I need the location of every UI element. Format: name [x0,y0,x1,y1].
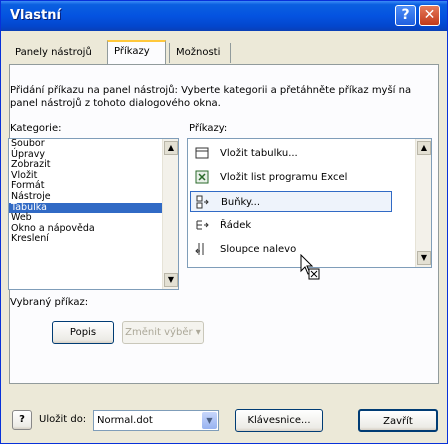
list-item[interactable]: Sloupce nalevo [190,239,392,260]
table-icon [195,146,209,160]
save-in-select[interactable]: Normal.dot ▼ [93,410,219,431]
keyboard-button[interactable]: Klávesnice... [235,409,323,432]
drag-copy-cursor-icon [299,253,321,282]
categories-list[interactable]: Soubor Úpravy Zobrazit Vložit Formát Nás… [8,138,179,290]
scroll-down-icon[interactable]: ▼ [164,273,178,287]
scroll-down-icon[interactable]: ▼ [417,251,431,265]
describe-button[interactable]: Popis [52,321,114,344]
list-item-selected[interactable]: Buňky... [190,191,392,212]
instructions-text: Přidání příkazu na panel nástrojů: Vyber… [10,85,412,109]
save-in-label: Uložit do: [39,414,87,425]
help-icon[interactable]: ? [12,410,32,430]
tab-commands[interactable]: Příkazy [107,40,166,64]
scroll-up-icon[interactable]: ▲ [417,141,431,155]
help-icon[interactable]: ? [395,5,416,26]
commands-label: Příkazy: [189,123,228,134]
command-label: Sloupce nalevo [220,244,297,255]
command-label: Vložit list programu Excel [220,172,348,183]
columns-left-icon [195,242,209,256]
selected-command-label: Vybraný příkaz: [10,297,89,308]
list-item[interactable]: Soubor [9,139,162,150]
modify-selection-label: Změnit výběr [125,327,193,338]
close-button[interactable]: Zavřít [358,409,438,432]
commands-list[interactable]: Vložit tabulku... Vložit list programu E… [187,138,432,268]
scroll-up-icon[interactable]: ▲ [164,141,178,155]
list-item[interactable]: Vložit tabulku... [190,143,392,164]
dropdown-arrow-icon: ▾ [195,327,201,338]
cells-icon [196,195,210,209]
list-item[interactable]: Kreslení [9,234,162,245]
modify-selection-button[interactable]: Změnit výběr ▾ [122,321,204,344]
close-icon[interactable]: ✕ [419,5,440,26]
excel-sheet-icon [195,170,209,184]
commands-scrollbar[interactable]: ▲ ▼ [415,139,431,267]
window-title: Vlastní [10,8,61,23]
command-label: Buňky... [221,197,260,208]
command-label: Řádek [220,220,252,231]
title-bar[interactable]: Vlastní ? ✕ [1,1,447,31]
customize-dialog: Vlastní ? ✕ Panely nástrojů Příkazy Možn… [0,0,448,444]
list-item-selected[interactable]: Tabulka [9,202,162,214]
list-item[interactable]: Nástroje [9,191,162,203]
save-in-value: Normal.dot [97,415,153,426]
tab-options[interactable]: Možnosti [169,43,231,63]
command-label: Vložit tabulku... [220,148,298,159]
categories-scrollbar[interactable]: ▲ ▼ [162,139,178,289]
list-item[interactable]: Řádek [190,215,392,236]
list-item[interactable]: Vložit list programu Excel [190,167,392,188]
tab-toolbars[interactable]: Panely nástrojů [9,43,106,63]
row-icon [195,218,209,232]
chevron-down-icon[interactable]: ▼ [202,412,217,429]
categories-label: Kategorie: [10,123,62,134]
